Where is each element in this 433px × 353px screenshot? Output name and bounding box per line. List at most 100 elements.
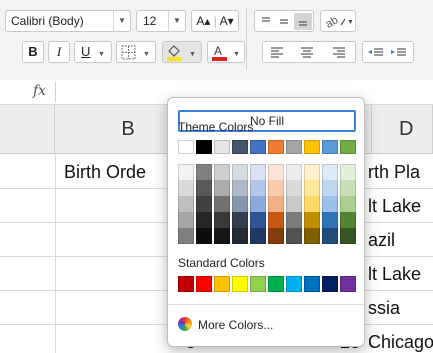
cell-d-row4[interactable]: lt Lake [368, 264, 421, 285]
standard-color-swatch[interactable] [178, 276, 194, 292]
theme-shade-swatch[interactable] [196, 196, 212, 212]
theme-shade-swatch[interactable] [286, 196, 302, 212]
align-top-middle-bottom-icon[interactable] [255, 11, 313, 31]
theme-color-swatch[interactable] [268, 140, 284, 154]
underline-button[interactable]: U ▼ [74, 41, 112, 63]
theme-shade-swatch[interactable] [286, 212, 302, 228]
theme-shade-swatch[interactable] [178, 196, 194, 212]
grow-font-button[interactable]: A▴ [196, 14, 210, 28]
theme-shade-swatch[interactable] [214, 212, 230, 228]
theme-color-swatch[interactable] [250, 140, 266, 154]
theme-color-swatch[interactable] [286, 140, 302, 154]
theme-shade-swatch[interactable] [196, 212, 212, 228]
theme-shade-swatch[interactable] [178, 164, 194, 180]
theme-colors-title: Theme Colors [178, 120, 254, 134]
shrink-font-button[interactable]: A▾ [220, 14, 234, 28]
theme-color-swatch[interactable] [304, 140, 320, 154]
theme-color-swatch[interactable] [232, 140, 248, 154]
theme-shade-swatch[interactable] [286, 228, 302, 244]
theme-shade-swatch[interactable] [196, 164, 212, 180]
theme-shade-swatch[interactable] [250, 164, 266, 180]
theme-shade-swatch[interactable] [322, 228, 338, 244]
standard-colors-title: Standard Colors [178, 256, 265, 270]
theme-shade-swatch[interactable] [196, 228, 212, 244]
borders-button[interactable]: ▼ [116, 41, 156, 63]
standard-color-swatch[interactable] [214, 276, 230, 292]
standard-color-swatch[interactable] [286, 276, 302, 292]
indent-group [362, 41, 414, 63]
theme-shade-swatch[interactable] [268, 228, 284, 244]
theme-shade-swatch[interactable] [322, 196, 338, 212]
theme-shade-swatch[interactable] [340, 212, 356, 228]
standard-color-swatch[interactable] [268, 276, 284, 292]
theme-shade-swatch[interactable] [232, 164, 248, 180]
indent-outdent-icon[interactable] [363, 42, 413, 62]
theme-shade-swatch[interactable] [322, 164, 338, 180]
cell-d-birth-place[interactable]: rth Pla [368, 162, 420, 183]
standard-color-swatch[interactable] [232, 276, 248, 292]
standard-color-swatch[interactable] [340, 276, 356, 292]
cell-d-row3[interactable]: azil [368, 230, 395, 251]
theme-shade-swatch[interactable] [214, 180, 230, 196]
theme-color-swatch[interactable] [214, 140, 230, 154]
theme-shade-swatch[interactable] [250, 228, 266, 244]
theme-shade-swatch[interactable] [268, 212, 284, 228]
theme-shade-swatch[interactable] [214, 228, 230, 244]
theme-shade-swatch[interactable] [250, 212, 266, 228]
theme-shade-swatch[interactable] [340, 228, 356, 244]
cell-d-row5[interactable]: ssia [368, 298, 400, 319]
theme-shade-swatch[interactable] [304, 164, 320, 180]
theme-shade-swatch[interactable] [250, 180, 266, 196]
standard-color-swatch[interactable] [250, 276, 266, 292]
theme-shade-swatch[interactable] [268, 196, 284, 212]
font-name-dropdown[interactable]: Calibri (Body) ▼ [5, 10, 131, 32]
theme-shade-swatch[interactable] [214, 164, 230, 180]
theme-shade-swatch[interactable] [286, 180, 302, 196]
theme-color-swatch[interactable] [322, 140, 338, 154]
theme-shade-swatch[interactable] [304, 196, 320, 212]
theme-shade-swatch[interactable] [340, 196, 356, 212]
theme-color-swatch[interactable] [178, 140, 194, 154]
chevron-down-icon[interactable]: ▼ [98, 51, 105, 58]
chevron-down-icon[interactable]: ▼ [168, 11, 185, 31]
font-size-dropdown[interactable]: 12 ▼ [136, 10, 186, 32]
align-left-center-right-icon[interactable] [263, 42, 355, 62]
font-name-value: Calibri (Body) [11, 14, 84, 28]
theme-shade-swatch[interactable] [340, 164, 356, 180]
theme-shade-swatch[interactable] [250, 196, 266, 212]
theme-shade-swatch[interactable] [304, 212, 320, 228]
theme-shade-swatch[interactable] [232, 180, 248, 196]
cell-d-row6[interactable]: Chicago [368, 332, 433, 353]
theme-shade-swatch[interactable] [322, 180, 338, 196]
italic-button[interactable]: I [48, 41, 70, 63]
theme-color-swatch[interactable] [196, 140, 212, 154]
standard-color-swatch[interactable] [196, 276, 212, 292]
theme-shade-swatch[interactable] [178, 228, 194, 244]
standard-color-swatch[interactable] [322, 276, 338, 292]
theme-shade-swatch[interactable] [304, 228, 320, 244]
theme-shade-swatch[interactable] [340, 180, 356, 196]
theme-shade-swatch[interactable] [304, 180, 320, 196]
standard-color-swatch[interactable] [304, 276, 320, 292]
theme-shade-swatch[interactable] [196, 180, 212, 196]
theme-color-swatch[interactable] [340, 140, 356, 154]
chevron-down-icon[interactable]: ▼ [113, 11, 130, 31]
bold-button[interactable]: B [22, 41, 44, 63]
cell-d-row2[interactable]: lt Lake [368, 196, 421, 217]
theme-shade-swatch[interactable] [232, 228, 248, 244]
theme-shade-swatch[interactable] [214, 196, 230, 212]
theme-shade-swatch[interactable] [322, 212, 338, 228]
text-orientation-button[interactable]: ab ▼ [320, 10, 356, 32]
theme-shade-swatch[interactable] [232, 212, 248, 228]
function-icon[interactable]: fx [33, 83, 46, 99]
cell-b-birth-order[interactable]: Birth Orde [64, 162, 146, 183]
theme-shade-swatch[interactable] [286, 164, 302, 180]
theme-shade-swatch[interactable] [232, 196, 248, 212]
theme-shade-swatch[interactable] [268, 164, 284, 180]
fill-color-button[interactable]: ▼ [162, 41, 202, 63]
font-color-button[interactable]: A ▼ [207, 41, 245, 63]
theme-shade-swatch[interactable] [268, 180, 284, 196]
theme-shade-swatch[interactable] [178, 212, 194, 228]
theme-shade-swatch[interactable] [178, 180, 194, 196]
column-header-d[interactable]: D [372, 105, 433, 154]
